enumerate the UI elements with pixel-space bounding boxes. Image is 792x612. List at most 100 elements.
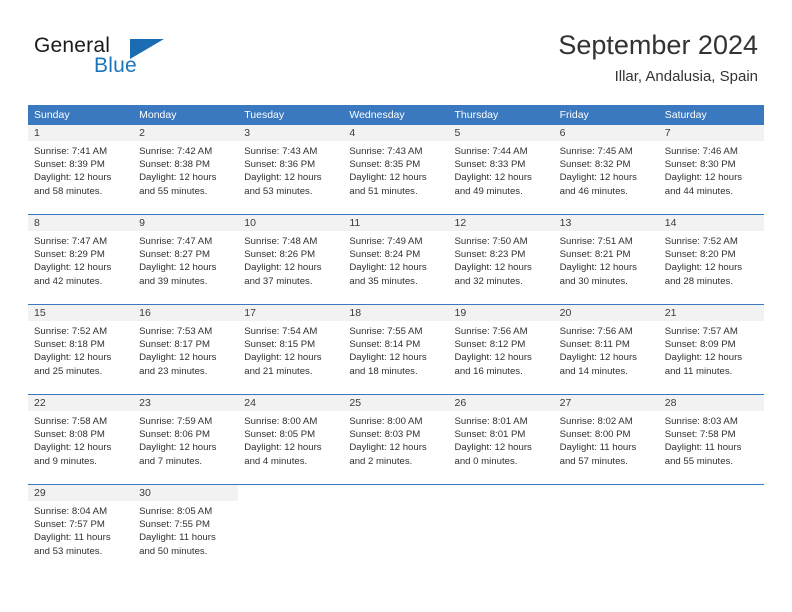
sunrise-text: Sunrise: 7:42 AM — [139, 146, 213, 157]
day-number: 28 — [658, 395, 764, 411]
day-cell[interactable]: 2 Sunrise: 7:42 AM Sunset: 8:38 PM Daylight… — [133, 125, 239, 214]
sunset-text: Sunset: 8:38 PM — [139, 159, 211, 171]
day-number: 15 — [28, 305, 134, 321]
day-cell[interactable]: 18 Sunrise: 7:55 AM Sunset: 8:14 PM Dayligh… — [343, 305, 449, 394]
sunset-text: Sunset: 8:24 PM — [349, 249, 421, 261]
daylight-text-line2: and 57 minutes. — [559, 455, 628, 467]
daylight-text-line2: and 16 minutes. — [454, 365, 523, 377]
day-details: Sunrise: 7:54 AM Sunset: 8:15 PM Daylight:… — [238, 321, 343, 378]
sunset-text: Sunset: 8:39 PM — [34, 159, 105, 171]
day-number — [449, 485, 554, 501]
weekday-sunday: Sunday — [34, 109, 70, 121]
sunset-text: Sunset: 7:58 PM — [664, 429, 736, 441]
day-details — [238, 501, 343, 505]
day-number: 6 — [553, 125, 659, 141]
sunrise-text: Sunrise: 8:00 AM — [244, 416, 318, 427]
daylight-text-line2: and 49 minutes. — [454, 185, 523, 197]
day-cell[interactable]: 21 Sunrise: 7:57 AM Sunset: 8:09 PM Dayligh… — [658, 305, 764, 394]
sunrise-text: Sunrise: 8:01 AM — [454, 416, 528, 427]
day-cell[interactable]: 10 Sunrise: 7:48 AM Sunset: 8:26 PM Dayligh… — [238, 215, 344, 304]
day-cell[interactable]: 20 Sunrise: 7:56 AM Sunset: 8:11 PM Dayligh… — [553, 305, 659, 394]
day-cell[interactable]: 13 Sunrise: 7:51 AM Sunset: 8:21 PM Dayligh… — [553, 215, 659, 304]
daylight-text-line1: Daylight: 12 hours — [34, 262, 112, 274]
daylight-text-line1: Daylight: 11 hours — [559, 442, 637, 454]
day-cell[interactable]: 6 Sunrise: 7:45 AM Sunset: 8:32 PM Daylight… — [553, 125, 659, 214]
day-number: 30 — [133, 485, 239, 501]
sunset-text: Sunset: 8:33 PM — [454, 159, 526, 171]
day-details: Sunrise: 8:03 AM Sunset: 7:58 PM Daylight:… — [659, 411, 764, 468]
day-cell[interactable]: 17 Sunrise: 7:54 AM Sunset: 8:15 PM Dayligh… — [238, 305, 344, 394]
day-cell[interactable]: 16 Sunrise: 7:53 AM Sunset: 8:17 PM Dayligh… — [133, 305, 239, 394]
daylight-text-line2: and 44 minutes. — [664, 185, 734, 197]
weekday-saturday: Saturday — [664, 109, 707, 121]
day-cell[interactable]: 30 Sunrise: 8:05 AM Sunset: 7:55 PM Dayligh… — [133, 485, 239, 574]
day-cell[interactable]: 9 Sunrise: 7:47 AM Sunset: 8:27 PM Daylight… — [133, 215, 239, 304]
daylight-text-line2: and 53 minutes. — [34, 545, 103, 557]
day-number: 25 — [343, 395, 449, 411]
daylight-text-line2: and 30 minutes. — [559, 275, 628, 287]
daylight-text-line2: and 32 minutes. — [454, 275, 523, 287]
daylight-text-line1: Daylight: 12 hours — [244, 442, 322, 454]
daylight-text-line2: and 55 minutes. — [664, 455, 734, 467]
sunset-text: Sunset: 7:55 PM — [139, 519, 211, 531]
daylight-text-line2: and 0 minutes. — [454, 455, 518, 467]
day-cell[interactable]: 27 Sunrise: 8:02 AM Sunset: 8:00 PM Dayligh… — [553, 395, 659, 484]
daylight-text-line1: Daylight: 12 hours — [244, 262, 322, 274]
day-cell[interactable]: 14 Sunrise: 7:52 AM Sunset: 8:20 PM Dayligh… — [658, 215, 764, 304]
day-cell[interactable]: 11 Sunrise: 7:49 AM Sunset: 8:24 PM Dayligh… — [343, 215, 449, 304]
sunset-text: Sunset: 8:23 PM — [454, 249, 526, 261]
general-blue-logo[interactable]: General Blue — [34, 34, 214, 86]
day-cell[interactable]: 4 Sunrise: 7:43 AM Sunset: 8:35 PM Daylight… — [343, 125, 449, 214]
day-cell[interactable]: 15 Sunrise: 7:52 AM Sunset: 8:18 PM Dayligh… — [28, 305, 134, 394]
sunrise-text: Sunrise: 7:52 AM — [34, 326, 108, 337]
sunrise-text: Sunrise: 7:59 AM — [139, 416, 213, 427]
day-cell[interactable]: 24 Sunrise: 8:00 AM Sunset: 8:05 PM Dayligh… — [238, 395, 344, 484]
day-cell[interactable]: 7 Sunrise: 7:46 AM Sunset: 8:30 PM Daylight… — [658, 125, 764, 214]
day-number: 29 — [28, 485, 134, 501]
sunset-text: Sunset: 8:11 PM — [559, 339, 630, 351]
daylight-text-line1: Daylight: 12 hours — [139, 262, 217, 274]
day-details — [343, 501, 448, 505]
sunrise-text: Sunrise: 7:48 AM — [244, 236, 318, 247]
day-number — [659, 485, 764, 501]
weekday-friday: Friday — [559, 109, 589, 121]
daylight-text-line1: Daylight: 12 hours — [349, 262, 427, 274]
day-cell[interactable]: 8 Sunrise: 7:47 AM Sunset: 8:29 PM Daylight… — [28, 215, 134, 304]
sunrise-text: Sunrise: 7:53 AM — [139, 326, 213, 337]
day-number: 24 — [238, 395, 344, 411]
sunset-text: Sunset: 8:36 PM — [244, 159, 316, 171]
day-details: Sunrise: 8:01 AM Sunset: 8:01 PM Daylight:… — [449, 411, 554, 468]
daylight-text-line1: Daylight: 12 hours — [139, 352, 217, 364]
day-cell[interactable]: 23 Sunrise: 7:59 AM Sunset: 8:06 PM Dayligh… — [133, 395, 239, 484]
day-number: 23 — [133, 395, 239, 411]
day-number: 1 — [28, 125, 134, 141]
weeks-container: 1 Sunrise: 7:41 AM Sunset: 8:39 PM Daylight… — [28, 125, 764, 574]
daylight-text-line1: Daylight: 12 hours — [454, 262, 532, 274]
day-details — [449, 501, 554, 505]
calendar-page: General Blue September 2024 Illar, Andal… — [0, 0, 792, 612]
day-cell[interactable]: 22 Sunrise: 7:58 AM Sunset: 8:08 PM Dayligh… — [28, 395, 134, 484]
daylight-text-line2: and 21 minutes. — [244, 365, 313, 377]
daylight-text-line2: and 18 minutes. — [349, 365, 418, 377]
day-details: Sunrise: 7:58 AM Sunset: 8:08 PM Daylight:… — [28, 411, 133, 468]
day-cell[interactable]: 19 Sunrise: 7:56 AM Sunset: 8:12 PM Dayligh… — [448, 305, 554, 394]
daylight-text-line2: and 23 minutes. — [139, 365, 208, 377]
day-cell[interactable]: 29 Sunrise: 8:04 AM Sunset: 7:57 PM Dayligh… — [28, 485, 134, 574]
day-cell[interactable]: 12 Sunrise: 7:50 AM Sunset: 8:23 PM Dayligh… — [448, 215, 554, 304]
daylight-text-line1: Daylight: 12 hours — [454, 442, 532, 454]
day-cell[interactable]: 25 Sunrise: 8:00 AM Sunset: 8:03 PM Dayligh… — [343, 395, 449, 484]
day-cell[interactable]: 28 Sunrise: 8:03 AM Sunset: 7:58 PM Dayligh… — [658, 395, 764, 484]
day-cell[interactable]: 3 Sunrise: 7:43 AM Sunset: 8:36 PM Daylight… — [238, 125, 344, 214]
day-cell[interactable]: 1 Sunrise: 7:41 AM Sunset: 8:39 PM Daylight… — [28, 125, 134, 214]
daylight-text-line2: and 14 minutes. — [559, 365, 628, 377]
sunset-text: Sunset: 8:17 PM — [139, 339, 211, 351]
day-cell[interactable]: 5 Sunrise: 7:44 AM Sunset: 8:33 PM Daylight… — [448, 125, 554, 214]
week-row: 22 Sunrise: 7:58 AM Sunset: 8:08 PM Dayligh… — [28, 394, 764, 484]
day-cell[interactable]: 26 Sunrise: 8:01 AM Sunset: 8:01 PM Dayligh… — [448, 395, 554, 484]
sunrise-text: Sunrise: 7:58 AM — [34, 416, 108, 427]
day-number: 7 — [658, 125, 764, 141]
day-number — [238, 485, 343, 501]
sunrise-text: Sunrise: 7:55 AM — [349, 326, 423, 337]
daylight-text-line2: and 4 minutes. — [244, 455, 308, 467]
sunrise-text: Sunrise: 7:45 AM — [559, 146, 633, 157]
